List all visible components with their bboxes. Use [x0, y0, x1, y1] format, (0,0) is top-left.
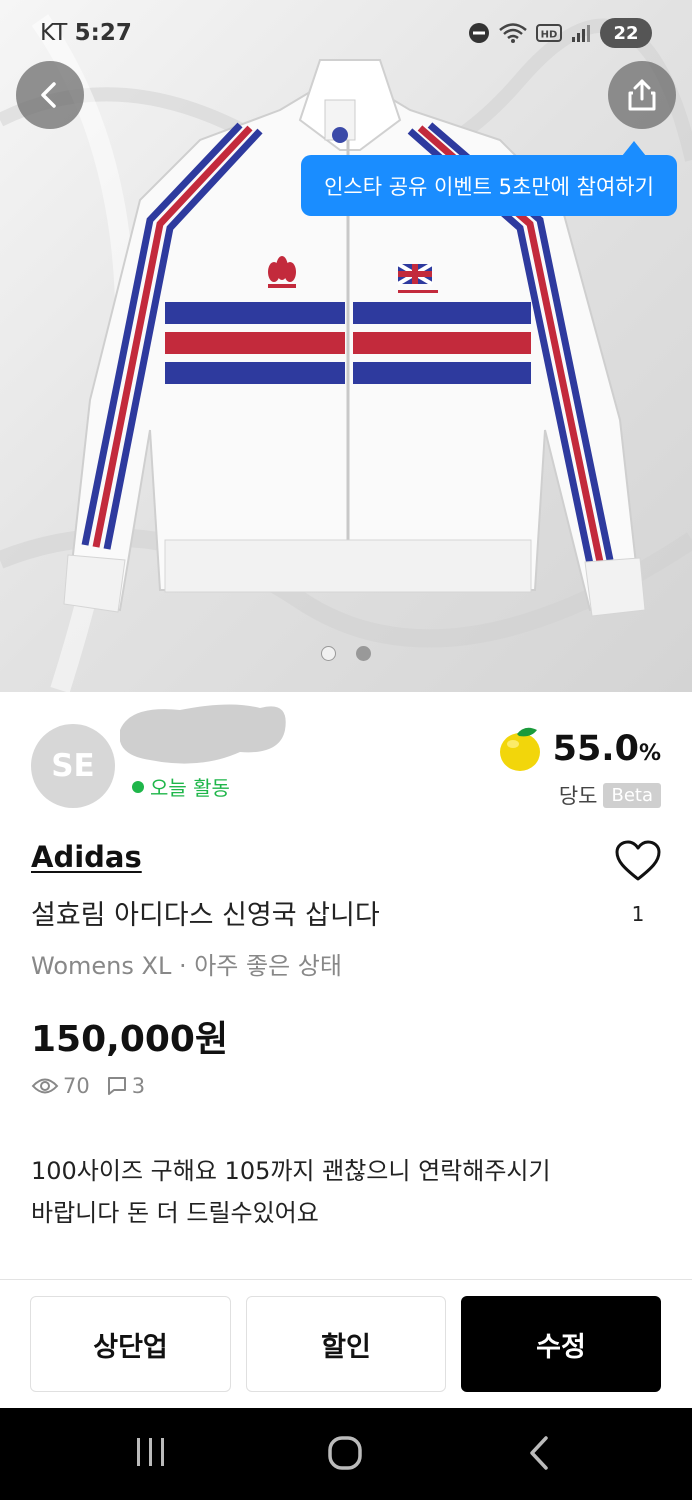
- lemon-icon: [499, 727, 540, 771]
- sweetness-number: 55.0: [552, 729, 639, 769]
- back-button[interactable]: [16, 61, 84, 129]
- beta-badge: Beta: [603, 782, 661, 808]
- heart-icon: [615, 840, 661, 881]
- sweetness-label: 당도: [558, 784, 598, 808]
- share-icon: [628, 79, 656, 111]
- redacted-seller-name: [120, 704, 286, 764]
- battery-level: 22: [613, 22, 639, 44]
- description-line-2: 바랍니다 돈 더 드릴수있어요: [31, 1199, 319, 1227]
- sweetness-unit: %: [638, 741, 661, 766]
- battery-indicator: 22: [600, 18, 652, 48]
- do-not-disturb-icon: [469, 23, 489, 43]
- comment-icon: [107, 1077, 126, 1095]
- product-title: 설효림 아디다스 신영국 삽니다: [31, 900, 380, 931]
- active-dot: [132, 780, 144, 793]
- share-button[interactable]: [608, 61, 676, 129]
- clock: 5:27: [74, 20, 132, 46]
- eye-icon: [31, 1078, 59, 1094]
- jacket-photo: [0, 0, 692, 692]
- carousel-indicator: [321, 646, 371, 661]
- wifi-icon: [499, 23, 527, 43]
- system-navigation-bar: [0, 1408, 692, 1500]
- product-size-condition: Womens XL · 아주 좋은 상태: [31, 952, 342, 980]
- sweetness-value: 55.0%: [553, 729, 661, 769]
- back-arrow-icon: [41, 82, 56, 108]
- recent-apps-icon[interactable]: [134, 1434, 168, 1470]
- carousel-dot-1[interactable]: [321, 646, 336, 661]
- brand-link[interactable]: Adidas: [31, 840, 142, 874]
- carrier: KT: [40, 20, 68, 46]
- signal-icon: [572, 25, 590, 42]
- like-count: 1: [631, 902, 645, 926]
- edit-button[interactable]: 수정: [461, 1296, 661, 1392]
- seller-avatar[interactable]: SE: [31, 724, 115, 808]
- status-bar: KT 5:27 HD 22: [0, 0, 692, 68]
- status-icons: HD 22: [468, 18, 652, 48]
- sweetness-score[interactable]: 55.0% 당도 Beta: [495, 724, 661, 810]
- like-button[interactable]: 1: [612, 840, 664, 926]
- product-image[interactable]: KT 5:27 HD 22 인스타 공유 이벤트 5초만에 참여하기: [0, 0, 692, 692]
- home-icon[interactable]: [326, 1434, 364, 1472]
- system-back-icon[interactable]: [522, 1434, 556, 1472]
- share-event-tooltip[interactable]: 인스타 공유 이벤트 5초만에 참여하기: [301, 155, 677, 216]
- product-description: 100사이즈 구해요 105까지 괜찮으니 연락해주시기 바랍니다 돈 더 드릴…: [31, 1150, 661, 1234]
- action-divider: [0, 1279, 692, 1280]
- bump-button[interactable]: 상단업: [30, 1296, 231, 1392]
- view-count: 70: [63, 1074, 90, 1098]
- tooltip-pointer: [622, 141, 646, 156]
- comment-count: 3: [131, 1074, 146, 1098]
- hd-icon: HD: [536, 24, 562, 42]
- carousel-dot-2[interactable]: [356, 646, 371, 661]
- product-stats: 70 3: [31, 1074, 155, 1098]
- seller-status-text: 오늘 활동: [150, 776, 230, 800]
- svg-text:HD: HD: [541, 30, 558, 41]
- description-line-1: 100사이즈 구해요 105까지 괜찮으니 연락해주시기: [31, 1157, 551, 1185]
- seller-activity-status: 오늘 활동: [132, 772, 230, 801]
- avatar-initials: SE: [51, 748, 95, 784]
- status-carrier-time: KT 5:27: [40, 20, 132, 46]
- price: 150,000원: [31, 1019, 229, 1060]
- discount-button[interactable]: 할인: [246, 1296, 446, 1392]
